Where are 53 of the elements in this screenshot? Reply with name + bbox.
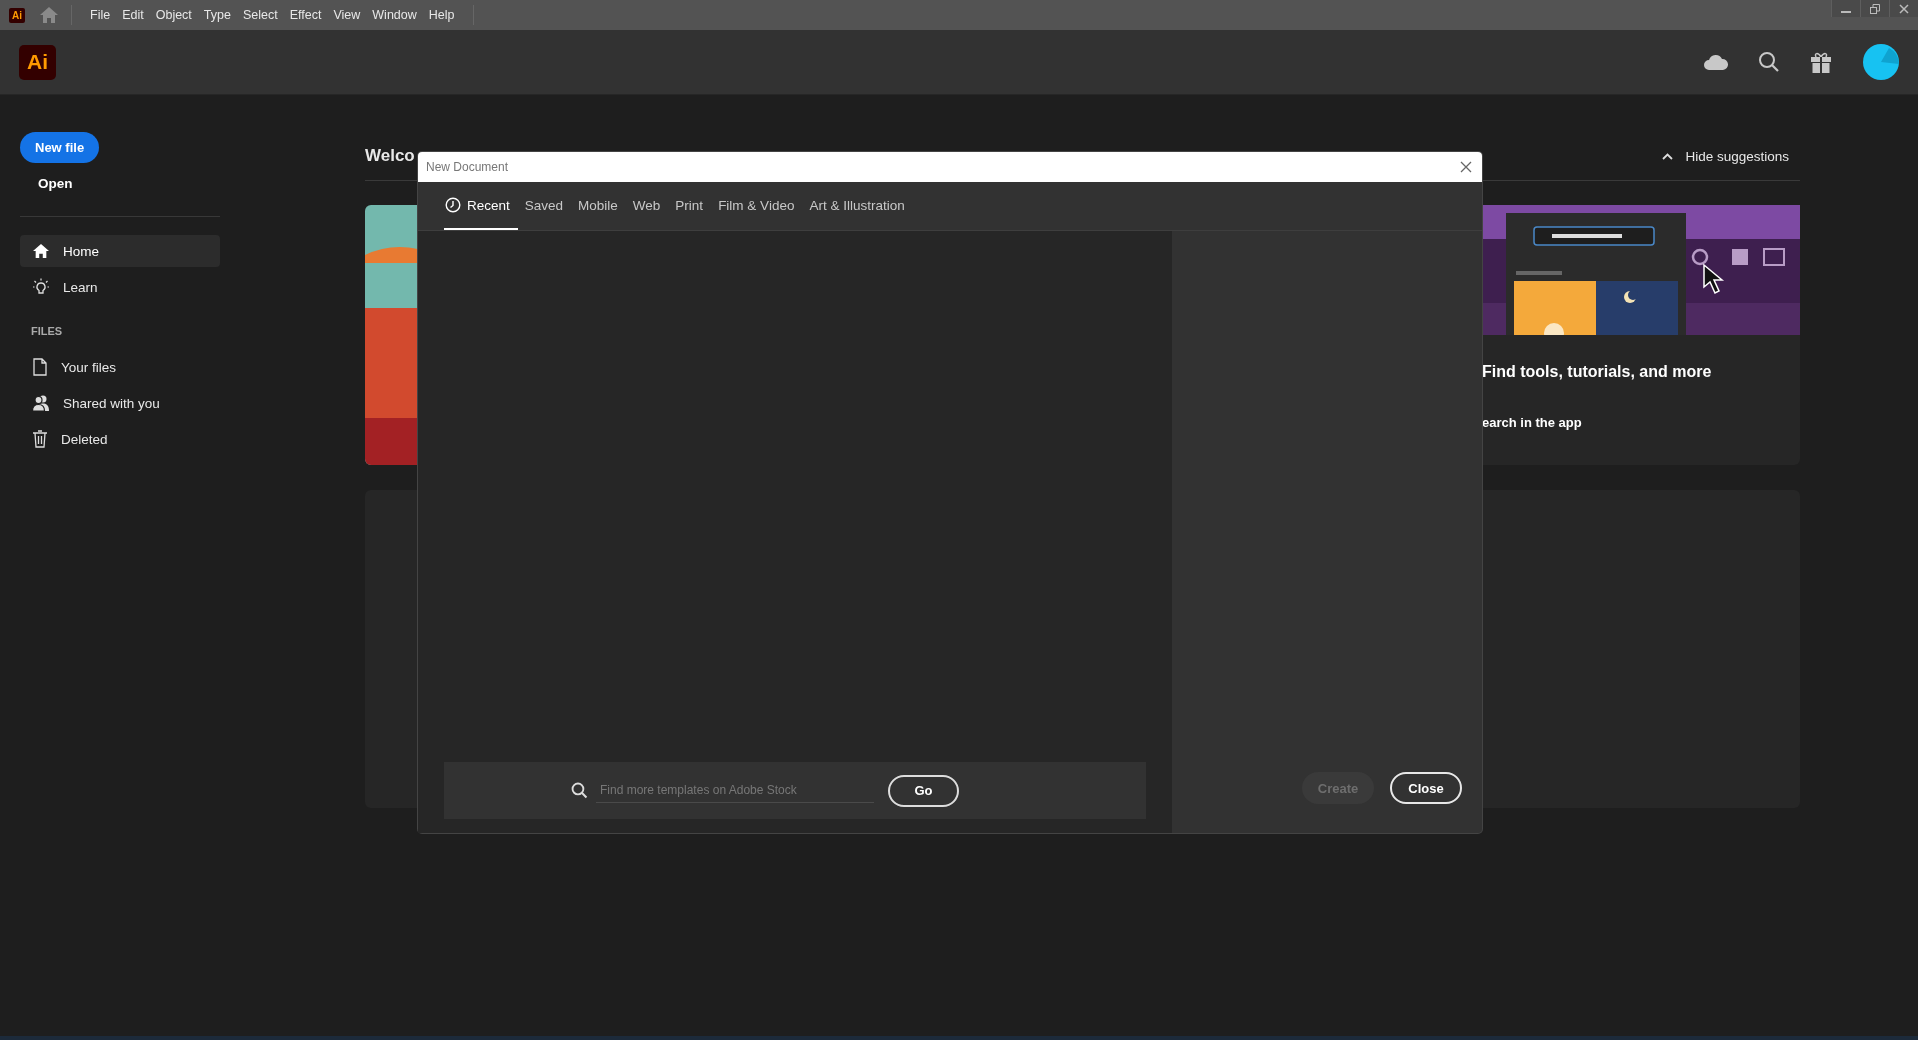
nav-item[interactable]: Deleted — [20, 423, 220, 455]
hide-suggestions-button[interactable]: Hide suggestions — [1656, 147, 1795, 165]
menu-item[interactable]: View — [327, 0, 367, 30]
menu-item[interactable]: Effect — [283, 0, 328, 30]
close-icon — [1899, 3, 1909, 14]
dialog-title: New Document — [426, 160, 509, 174]
minimize-icon — [1841, 11, 1851, 13]
document-icon — [32, 358, 48, 376]
search-icon — [571, 782, 588, 799]
nav-item[interactable]: Learn — [20, 271, 220, 303]
section-heading: FILES — [31, 325, 63, 337]
menu-item[interactable]: Edit — [116, 0, 150, 30]
tab[interactable]: Saved — [523, 182, 572, 230]
clock-icon — [445, 197, 461, 213]
nav-item[interactable]: Your files — [20, 351, 220, 383]
menu-item[interactable]: File — [84, 0, 117, 30]
go-button[interactable]: Go — [888, 774, 959, 807]
cloud-icon[interactable] — [1704, 54, 1728, 70]
nav-item[interactable]: Shared with you — [20, 387, 220, 419]
menu-item[interactable]: Select — [236, 0, 284, 30]
menu-item[interactable]: Window — [366, 0, 423, 30]
gift-icon[interactable] — [1810, 51, 1832, 73]
menu-item[interactable]: Object — [149, 0, 198, 30]
search-field[interactable]: Find more templates on Adobe Stock — [596, 778, 874, 803]
chevron-up-icon — [1662, 152, 1674, 160]
close-button[interactable] — [1889, 0, 1918, 17]
tab[interactable]: Mobile — [577, 182, 626, 230]
minimize-button[interactable] — [1831, 0, 1860, 17]
tab[interactable]: Film & Video — [717, 182, 803, 230]
people-icon — [32, 394, 50, 412]
menu-item[interactable]: Help — [422, 0, 461, 30]
open-button[interactable]: Open — [35, 172, 76, 195]
new-file-button[interactable]: New file — [20, 132, 100, 163]
nav-item[interactable]: Home — [20, 235, 220, 267]
home-icon — [32, 243, 50, 259]
tab[interactable]: Art & Illustration — [808, 182, 913, 230]
welcome-title: Welco — [365, 146, 415, 166]
suggestion-card[interactable]: Find tools, tutorials, and more earch in the app — [1482, 205, 1800, 465]
app-logo: Ai — [9, 7, 25, 23]
restore-icon — [1870, 3, 1880, 14]
trash-icon — [32, 430, 48, 448]
suggestion-title: Find tools, tutorials, and more — [1482, 363, 1712, 381]
close-button[interactable]: Close — [1390, 772, 1462, 804]
tab[interactable]: Web — [631, 182, 669, 230]
restore-button[interactable] — [1860, 0, 1889, 17]
menu-item[interactable]: Type — [197, 0, 237, 30]
lightbulb-icon — [32, 278, 50, 296]
close-icon[interactable] — [1460, 161, 1472, 173]
search-in-app-link[interactable]: earch in the app — [1482, 415, 1582, 430]
app-logo: Ai — [19, 44, 56, 80]
avatar-icon[interactable] — [1862, 43, 1900, 81]
tab[interactable]: Print — [674, 182, 712, 230]
search-icon[interactable] — [1758, 51, 1780, 73]
